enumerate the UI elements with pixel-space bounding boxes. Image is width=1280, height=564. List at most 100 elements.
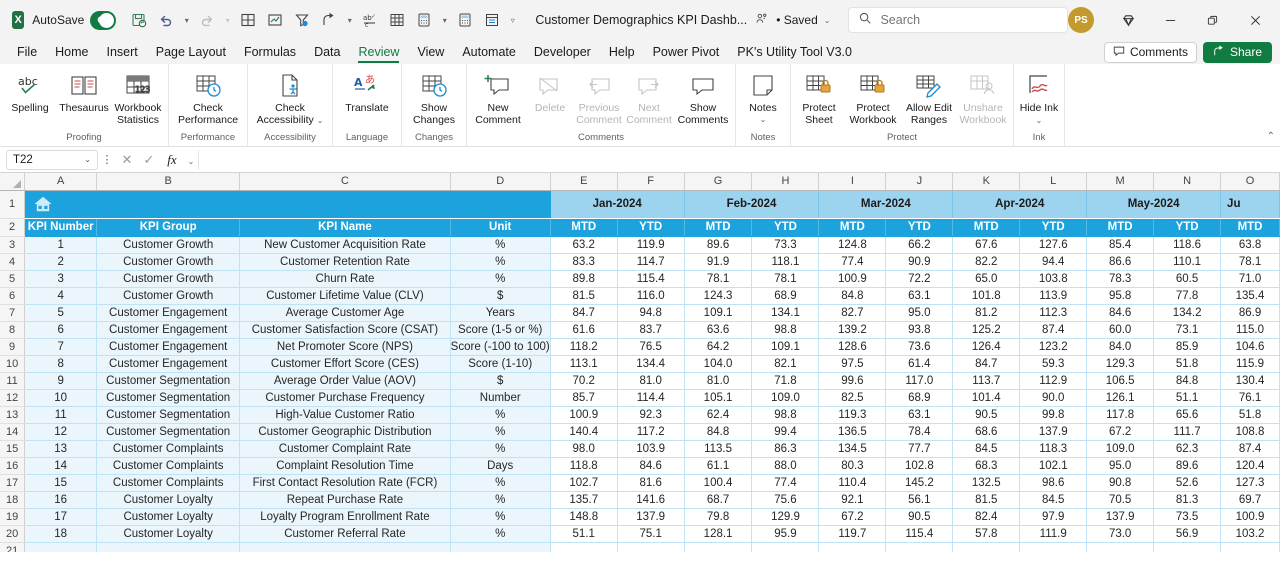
- cell-value[interactable]: 118.1: [751, 253, 820, 271]
- save-status[interactable]: • Saved: [776, 13, 818, 27]
- insert-chart-icon[interactable]: [262, 7, 288, 33]
- spelling-icon[interactable]: ab ✓ c: [357, 7, 383, 33]
- cell-value[interactable]: 81.3: [1153, 491, 1222, 509]
- cell-kpi-group[interactable]: Customer Loyalty: [96, 508, 241, 526]
- cell-unit[interactable]: %: [450, 491, 551, 509]
- cell-value[interactable]: 85.4: [1086, 236, 1155, 254]
- cancel-icon[interactable]: ✕: [116, 152, 138, 168]
- cell-value[interactable]: 145.2: [885, 474, 954, 492]
- cell-empty[interactable]: [450, 542, 551, 552]
- cell-kpi-name[interactable]: Customer Retention Rate: [239, 253, 451, 271]
- tab-data[interactable]: Data: [305, 40, 349, 64]
- cell-value[interactable]: 51.1: [550, 525, 618, 543]
- cell-value[interactable]: 127.6: [1019, 236, 1088, 254]
- cell-value[interactable]: 134.1: [751, 304, 820, 322]
- cell-value[interactable]: 52.6: [1153, 474, 1222, 492]
- cell-value[interactable]: 113.1: [550, 355, 618, 373]
- cell-value[interactable]: 84.7: [952, 355, 1021, 373]
- cell-value[interactable]: 51.8: [1220, 406, 1280, 424]
- cell-empty[interactable]: [1019, 542, 1088, 552]
- cell-value[interactable]: 62.3: [1153, 440, 1222, 458]
- cell-value[interactable]: 135.4: [1220, 287, 1280, 305]
- cell-value[interactable]: 128.6: [818, 338, 887, 356]
- cell-value[interactable]: 65.0: [952, 270, 1021, 288]
- close-button[interactable]: [1234, 4, 1276, 36]
- row-header-6[interactable]: 6: [0, 287, 26, 305]
- tab-review[interactable]: Review: [349, 40, 408, 64]
- cell-unit[interactable]: Score (1-10): [450, 355, 551, 373]
- cell-value[interactable]: 67.2: [1086, 423, 1155, 441]
- row-header-19[interactable]: 19: [0, 508, 26, 526]
- cell-value[interactable]: 78.1: [751, 270, 820, 288]
- cell-value[interactable]: 98.8: [751, 406, 820, 424]
- cell-value[interactable]: 108.8: [1220, 423, 1280, 441]
- cell-value[interactable]: 77.7: [885, 440, 954, 458]
- cell-value[interactable]: 106.5: [1086, 372, 1155, 390]
- table-row[interactable]: 12 10 Customer Segmentation Customer Purcha…: [0, 389, 1280, 407]
- cell-value[interactable]: 100.9: [818, 270, 887, 288]
- cell-kpi-group[interactable]: Customer Growth: [96, 253, 241, 271]
- cell-unit[interactable]: $: [450, 287, 551, 305]
- spreadsheet-grid[interactable]: A B C D E F G H I J K L M N O 1 Jan-2024…: [0, 173, 1280, 552]
- name-box[interactable]: T22 ⌄: [6, 149, 98, 170]
- cell-value[interactable]: 115.4: [617, 270, 685, 288]
- cell-value[interactable]: 140.4: [550, 423, 618, 441]
- cell-kpi-group[interactable]: Customer Engagement: [96, 338, 241, 356]
- row-header-1[interactable]: 1: [0, 190, 26, 219]
- save-icon[interactable]: [126, 7, 152, 33]
- cell-value[interactable]: 68.6: [952, 423, 1021, 441]
- cell-value[interactable]: 60.0: [1086, 321, 1155, 339]
- cell-value[interactable]: 63.1: [885, 406, 954, 424]
- table-row[interactable]: 6 4 Customer Growth Customer Lifetime Value…: [0, 287, 1280, 305]
- cell-value[interactable]: 141.6: [617, 491, 685, 509]
- show-comments-button[interactable]: Show Comments: [674, 68, 732, 126]
- cell-kpi-group[interactable]: Customer Segmentation: [96, 423, 241, 441]
- form-icon[interactable]: [479, 7, 505, 33]
- tab-developer[interactable]: Developer: [525, 40, 600, 64]
- cell-value[interactable]: 81.2: [952, 304, 1021, 322]
- cell-value[interactable]: 89.6: [1153, 457, 1222, 475]
- cell-value[interactable]: 95.0: [885, 304, 954, 322]
- dashboard-banner[interactable]: [24, 190, 551, 219]
- cell-kpi-name[interactable]: Customer Effort Score (CES): [239, 355, 451, 373]
- cell-empty[interactable]: [684, 542, 753, 552]
- cell-value[interactable]: 116.0: [617, 287, 685, 305]
- cell-value[interactable]: 129.3: [1086, 355, 1155, 373]
- cell-kpi-group[interactable]: Customer Loyalty: [96, 491, 241, 509]
- cell-kpi-number[interactable]: 3: [24, 270, 98, 288]
- cell-value[interactable]: 64.2: [684, 338, 753, 356]
- cell-value[interactable]: 117.2: [617, 423, 685, 441]
- cell-value[interactable]: 102.7: [550, 474, 618, 492]
- cell-value[interactable]: 67.2: [818, 508, 887, 526]
- customize-qat-icon[interactable]: ▿: [506, 7, 519, 33]
- row-header-20[interactable]: 20: [0, 525, 26, 543]
- table-row[interactable]: 15 13 Customer Complaints Customer Complain…: [0, 440, 1280, 458]
- cell-value[interactable]: 109.1: [684, 304, 753, 322]
- cell-value[interactable]: 101.4: [952, 389, 1021, 407]
- cell-value[interactable]: 112.9: [1019, 372, 1088, 390]
- cell-value[interactable]: 109.0: [751, 389, 820, 407]
- comments-button[interactable]: Comments: [1103, 41, 1197, 63]
- table-row[interactable]: 3 1 Customer Growth New Customer Acquisitio…: [0, 236, 1280, 254]
- column-header-l[interactable]: L: [1019, 173, 1088, 191]
- cell-value[interactable]: 68.7: [684, 491, 753, 509]
- table-row[interactable]: 7 5 Customer Engagement Average Customer Ag…: [0, 304, 1280, 322]
- cell-value[interactable]: 104.6: [1220, 338, 1280, 356]
- table-row[interactable]: 19 17 Customer Loyalty Loyalty Program Enro…: [0, 508, 1280, 526]
- tab-insert[interactable]: Insert: [98, 40, 147, 64]
- cell-value[interactable]: 51.1: [1153, 389, 1222, 407]
- cell-kpi-group[interactable]: Customer Engagement: [96, 321, 241, 339]
- table-row[interactable]: 20 18 Customer Loyalty Customer Referral Ra…: [0, 525, 1280, 543]
- cell-value[interactable]: 84.8: [684, 423, 753, 441]
- cell-value[interactable]: 73.6: [885, 338, 954, 356]
- row-header-8[interactable]: 8: [0, 321, 26, 339]
- cell-value[interactable]: 81.5: [550, 287, 618, 305]
- cell-value[interactable]: 84.6: [617, 457, 685, 475]
- formula-bar-dropdown-icon[interactable]: ⌄: [184, 152, 198, 167]
- cell-kpi-group[interactable]: Customer Segmentation: [96, 372, 241, 390]
- select-all-corner[interactable]: [0, 173, 26, 191]
- borders-icon[interactable]: [235, 7, 261, 33]
- cell-value[interactable]: 68.9: [751, 287, 820, 305]
- cell-value[interactable]: 112.3: [1019, 304, 1088, 322]
- cell-empty[interactable]: [751, 542, 820, 552]
